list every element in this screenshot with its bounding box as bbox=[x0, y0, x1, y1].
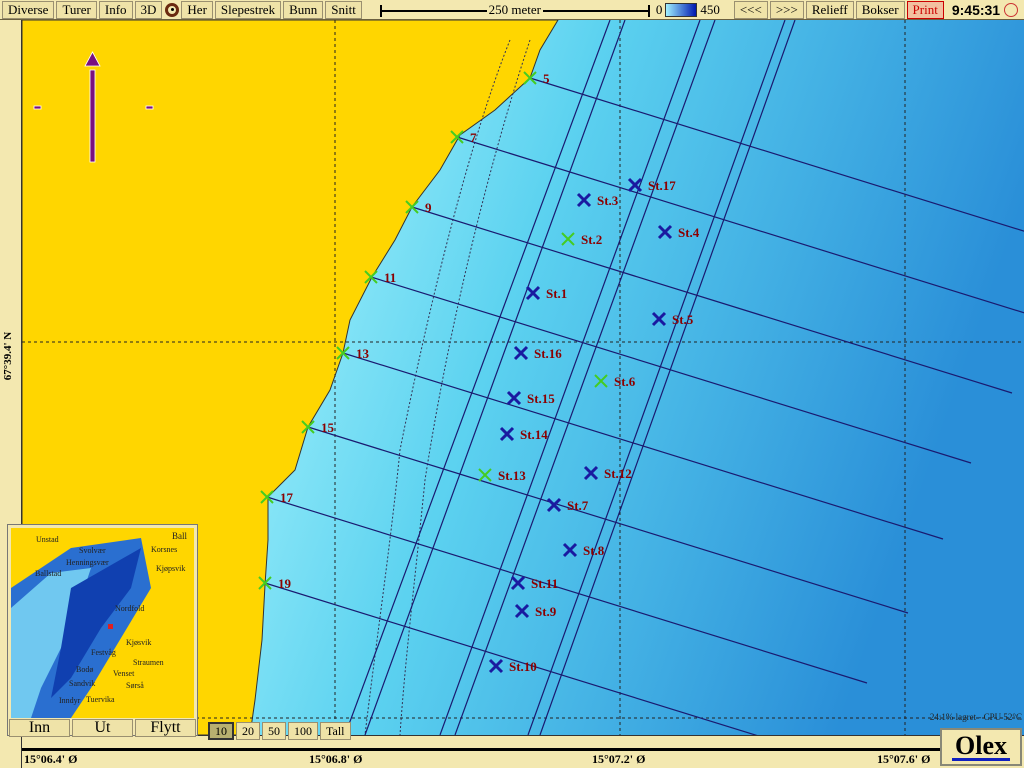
marker-label: St.1 bbox=[546, 286, 567, 301]
place-label: Festvåg bbox=[91, 648, 116, 657]
her-button[interactable]: Her bbox=[181, 0, 213, 19]
marker-label: St.2 bbox=[581, 232, 602, 247]
overview-map-view[interactable]: Unstad Svolvær Henningsvær Ballstad Kors… bbox=[11, 528, 194, 718]
zoom-10-button[interactable]: 10 bbox=[208, 722, 234, 740]
3d-button[interactable]: 3D bbox=[134, 0, 163, 19]
marker-label: 11 bbox=[384, 270, 396, 285]
zoom-100-button[interactable]: 100 bbox=[288, 722, 318, 740]
marker-label: 19 bbox=[278, 576, 292, 591]
lon-label: 15°07.6' Ø bbox=[877, 752, 931, 766]
olex-logo: Olex bbox=[940, 728, 1022, 766]
marker-label: St.7 bbox=[567, 498, 589, 513]
place-label: Sørså bbox=[126, 681, 144, 690]
bokser-button[interactable]: Bokser bbox=[855, 0, 905, 19]
marker-label: St.4 bbox=[678, 225, 700, 240]
relieff-button[interactable]: Relieff bbox=[805, 0, 854, 19]
marker-label: St.3 bbox=[597, 193, 619, 208]
lon-label: 15°07.2' Ø bbox=[592, 752, 646, 766]
marker-label: St.16 bbox=[534, 346, 562, 361]
tall-button[interactable]: Tall bbox=[320, 722, 351, 740]
marker-label: St.8 bbox=[583, 543, 605, 558]
place-label: Bodø bbox=[76, 665, 94, 674]
place-label: Ballstad bbox=[35, 569, 62, 578]
place-label: Venset bbox=[113, 669, 135, 678]
slepestrek-button[interactable]: Slepestrek bbox=[214, 0, 282, 19]
marker-label: 9 bbox=[425, 200, 432, 215]
back-button[interactable]: <<< bbox=[733, 0, 768, 19]
zoom-out-button[interactable]: Ut bbox=[72, 719, 133, 737]
marker-label: St.10 bbox=[509, 659, 537, 674]
place-label: Inndyr bbox=[59, 696, 81, 705]
marker-label: 17 bbox=[280, 490, 294, 505]
marker-label: St.5 bbox=[672, 312, 694, 327]
latitude-label: 67°39.4' N bbox=[2, 331, 14, 381]
depth-max: 450 bbox=[700, 1, 720, 17]
scale-bar: 250 meter bbox=[379, 1, 650, 19]
lon-label: 15°06.4' Ø bbox=[24, 752, 78, 766]
snitt-button[interactable]: Snitt bbox=[325, 0, 362, 19]
marker-label: St.6 bbox=[614, 374, 636, 389]
zoom-in-button[interactable]: Inn bbox=[9, 719, 70, 737]
marker-label: 15 bbox=[321, 420, 335, 435]
place-label: Sandvik bbox=[69, 679, 96, 688]
depth-legend: 0 450 bbox=[656, 2, 720, 18]
marker-label: 5 bbox=[543, 71, 550, 86]
place-label: Straumen bbox=[133, 658, 164, 667]
marker-label: St.14 bbox=[520, 427, 548, 442]
place-label: Svolvær bbox=[79, 546, 106, 555]
clock: 9:45:31 bbox=[951, 1, 1001, 18]
place-label: Unstad bbox=[36, 535, 59, 544]
diverse-button[interactable]: Diverse bbox=[2, 0, 55, 19]
zoom-level-bar: 10 20 50 100 Tall bbox=[206, 722, 351, 740]
marker-label: St.9 bbox=[535, 604, 557, 619]
scale-label: 250 meter bbox=[486, 1, 543, 18]
lon-label: 15°06.8' Ø bbox=[309, 752, 363, 766]
status-text: 24:1% lagret - CPU 52°C bbox=[929, 712, 1022, 722]
marker-label: St.15 bbox=[527, 391, 555, 406]
toolbar: Diverse Turer Info 3D Her Slepestrek Bun… bbox=[0, 0, 1024, 20]
turer-button[interactable]: Turer bbox=[56, 0, 97, 19]
overview-map: Unstad Svolvær Henningsvær Ballstad Kors… bbox=[7, 524, 198, 737]
target-icon[interactable] bbox=[165, 2, 180, 17]
depth-gradient bbox=[665, 2, 698, 17]
zoom-50-button[interactable]: 50 bbox=[262, 722, 286, 740]
bunn-button[interactable]: Bunn bbox=[283, 0, 324, 19]
place-label: Kjøsvik bbox=[126, 638, 152, 647]
marker-label: St.11 bbox=[531, 576, 558, 591]
place-label: Henningsvær bbox=[66, 558, 109, 567]
forward-button[interactable]: >>> bbox=[769, 0, 804, 19]
info-button[interactable]: Info bbox=[98, 0, 133, 19]
zoom-20-button[interactable]: 20 bbox=[236, 722, 260, 740]
marker-label: St.17 bbox=[648, 178, 676, 193]
marker-label: St.12 bbox=[604, 466, 632, 481]
sun-icon[interactable] bbox=[1004, 2, 1019, 17]
position-marker bbox=[108, 624, 113, 629]
place-label: Ball bbox=[171, 531, 188, 541]
longitude-axis: 15°06.4' Ø 15°06.8' Ø 15°07.2' Ø 15°07.6… bbox=[22, 735, 1024, 768]
place-label: Kjøpsvik bbox=[156, 564, 186, 573]
marker-label: 13 bbox=[356, 346, 370, 361]
marker-label: St.13 bbox=[498, 468, 526, 483]
marker-label: 7 bbox=[470, 130, 477, 145]
print-button[interactable]: Print bbox=[906, 0, 944, 19]
move-button[interactable]: Flytt bbox=[135, 719, 196, 737]
place-label: Tuervika bbox=[86, 695, 115, 704]
place-label: Nordfold bbox=[115, 604, 145, 613]
depth-min: 0 bbox=[655, 1, 663, 17]
place-label: Korsnes bbox=[151, 545, 178, 554]
